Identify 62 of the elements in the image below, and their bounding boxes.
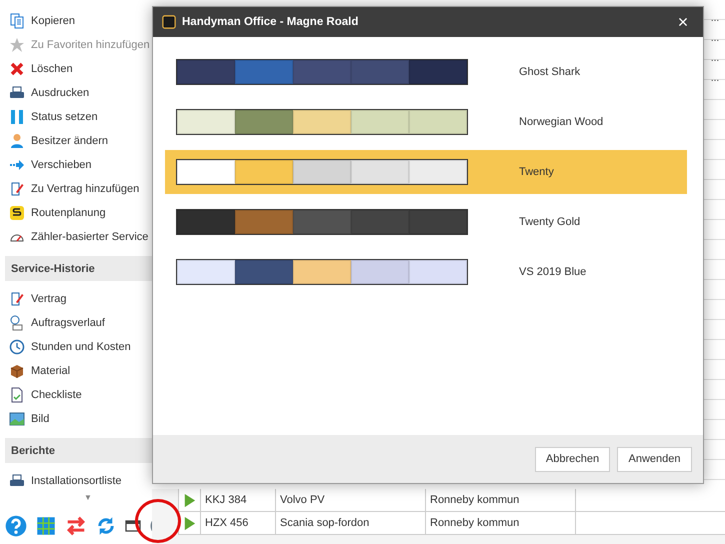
play-icon — [182, 492, 197, 508]
arrow-icon — [9, 157, 25, 173]
more-button[interactable]: ... — [705, 9, 725, 29]
printer-icon — [9, 473, 25, 489]
menu-item[interactable]: Checkliste — [0, 383, 152, 407]
checklist-icon — [9, 387, 25, 403]
more-button[interactable]: ... — [705, 49, 725, 69]
more-button[interactable]: ... — [705, 29, 725, 49]
person-icon — [9, 133, 25, 149]
section-header: Service-Historie — [11, 262, 95, 274]
document-pen-icon — [9, 181, 25, 197]
grid-icon — [36, 516, 56, 536]
pause-icon — [9, 109, 25, 125]
history-icon — [9, 315, 25, 331]
table-cell: Volvo PV — [275, 489, 425, 511]
menu-item[interactable]: Bild — [0, 407, 152, 431]
picture-icon — [9, 411, 25, 427]
menu-item[interactable]: Vertrag — [0, 287, 152, 311]
refresh-icon — [96, 516, 116, 536]
menu-item[interactable]: Routenplanung — [0, 201, 152, 225]
swap-arrows-icon — [65, 515, 87, 537]
menu-item[interactable]: Status setzen — [0, 105, 152, 129]
dialog-button[interactable]: Abbrechen — [535, 446, 610, 472]
cross-icon — [9, 61, 25, 77]
app-logo-icon — [162, 15, 176, 29]
table-cell: KKJ 384 — [200, 489, 275, 511]
menu-item[interactable]: Ausdrucken — [0, 81, 152, 105]
menu-item[interactable]: Löschen — [0, 57, 152, 81]
theme-option[interactable]: Norwegian Wood — [165, 100, 687, 144]
play-icon — [182, 516, 197, 530]
menu-item[interactable]: Verschieben — [0, 153, 152, 177]
menu-item[interactable]: Zu Vertrag hinzufügen — [0, 177, 152, 201]
dialog-button[interactable]: Anwenden — [617, 446, 692, 472]
window-title: Handyman Office - Magne Roald — [182, 16, 360, 28]
help-icon — [5, 515, 27, 537]
table-cell: Ronneby kommun — [425, 489, 575, 511]
section-header: Berichte — [11, 444, 56, 456]
table-cell: Scania sop-fordon — [275, 512, 425, 534]
route-icon — [9, 205, 25, 221]
scroll-down-caret[interactable]: ▼ — [84, 493, 92, 505]
menu-item[interactable]: Kopieren — [0, 9, 152, 33]
theme-option[interactable]: Twenty Gold — [165, 200, 687, 244]
document-pen-icon — [9, 291, 25, 307]
theme-option[interactable]: VS 2019 Blue — [165, 250, 687, 294]
menu-item[interactable]: Installationsortliste — [0, 469, 152, 493]
menu-item[interactable]: Auftragsverlauf — [0, 311, 152, 335]
star-icon — [9, 37, 25, 53]
box-icon — [9, 363, 25, 379]
clock-icon — [9, 339, 25, 355]
table-cell: Ronneby kommun — [425, 512, 575, 534]
highlight-circle — [135, 499, 181, 543]
theme-option[interactable]: Twenty — [165, 150, 687, 194]
copy-icon — [9, 13, 25, 29]
menu-item[interactable]: Stunden und Kosten — [0, 335, 152, 359]
printer-icon — [9, 85, 25, 101]
close-button[interactable]: × — [663, 7, 703, 37]
menu-item[interactable]: Besitzer ändern — [0, 129, 152, 153]
theme-option[interactable]: Ghost Shark — [165, 50, 687, 94]
menu-item[interactable]: Zähler-basierter Service — [0, 225, 152, 249]
table-cell: HZX 456 — [200, 512, 275, 534]
more-button[interactable]: ... — [705, 69, 725, 89]
menu-item[interactable]: Material — [0, 359, 152, 383]
